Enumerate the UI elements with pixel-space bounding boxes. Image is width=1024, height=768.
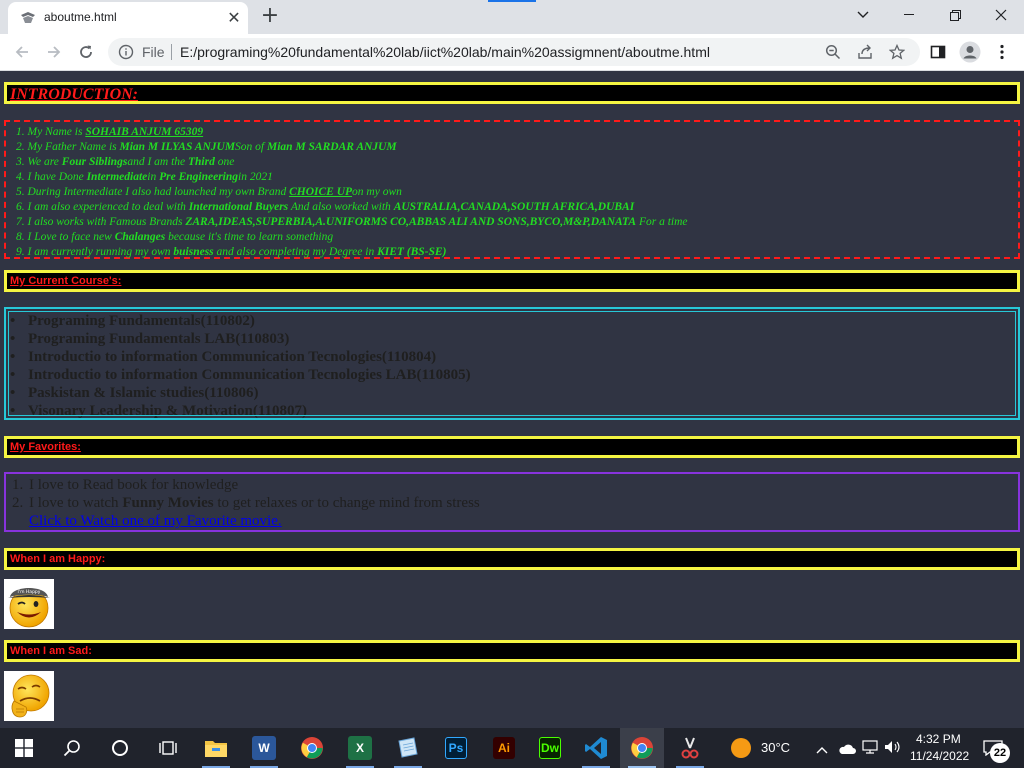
clock-date[interactable]: 11/24/2022	[910, 749, 969, 763]
weather-temperature[interactable]: 30°C	[761, 740, 790, 755]
course-item: • Introductio to information Communicatio…	[10, 367, 471, 383]
network-icon[interactable]	[862, 739, 878, 758]
minimize-button[interactable]	[886, 0, 932, 30]
clock-time[interactable]: 4:32 PM	[916, 732, 961, 746]
forward-arrow-icon[interactable]	[42, 40, 66, 64]
omnibox-divider	[171, 44, 172, 60]
browser-toolbar: File E:/programing%20fundamental%20lab/i…	[0, 34, 1024, 71]
snipping-tool-icon[interactable]	[668, 728, 712, 768]
new-tab-button[interactable]: +	[258, 4, 282, 28]
course-item: • Visonary Leadership & Motivation(110807…	[10, 403, 308, 419]
vscode-icon[interactable]	[574, 728, 618, 768]
chrome-active-icon[interactable]	[620, 728, 664, 768]
dreamweaver-icon[interactable]: Dw	[528, 728, 572, 768]
favorite-movie-link[interactable]: Click to Watch one of my Favorite movie.	[29, 513, 282, 529]
restore-button[interactable]	[932, 0, 978, 30]
favorite-item-2: 2. I love to watch Funny Movies to get re…	[12, 495, 480, 511]
happy-heading: When I am Happy:	[10, 553, 106, 565]
excel-icon[interactable]: X	[338, 728, 382, 768]
browser-tab-strip: aboutme.html ✕ +	[0, 0, 1024, 34]
notepad-icon[interactable]	[386, 728, 430, 768]
intro-item-7: 7. I also works with Famous Brands ZARA,…	[16, 216, 688, 228]
intro-item-1: 1. My Name is SOHAIB ANJUM 65309	[16, 126, 204, 138]
course-item: • Programing Fundamentals(110802)	[10, 313, 255, 329]
course-item: • Introductio to information Communicatio…	[10, 349, 437, 365]
browser-menu-icon[interactable]	[990, 40, 1014, 64]
intro-item-6: 6. I am also experienced to deal with In…	[16, 201, 635, 213]
browser-tab-active[interactable]: aboutme.html ✕	[8, 2, 248, 34]
courses-list: • Programing Fundamentals(110802) • Progra…	[4, 307, 1020, 420]
courses-heading: My Current Course's:	[10, 275, 122, 287]
url-text[interactable]: E:/programing%20fundamental%20lab/iict%2…	[180, 44, 710, 60]
tab-strip-indicator	[488, 0, 536, 2]
intro-item-2: 2. My Father Name is Mian M ILYAS ANJUMS…	[16, 141, 397, 153]
course-item: • Programing Fundamentals LAB(110803)	[10, 331, 290, 347]
favorites-heading: My Favorites:	[10, 441, 81, 453]
volume-icon[interactable]	[884, 739, 902, 758]
windows-start-icon[interactable]	[2, 728, 46, 768]
zoom-icon[interactable]	[821, 40, 845, 64]
intro-item-4: 4. I have Done Intermediatein Pre Engine…	[16, 171, 273, 183]
favorite-item-1: 1. I love to Read book for knowledge	[12, 477, 239, 493]
onedrive-cloud-icon[interactable]	[838, 740, 856, 759]
course-item: • Paskistan & Islamic studies(110806)	[10, 385, 259, 401]
bookmark-star-icon[interactable]	[885, 40, 909, 64]
omnibox-scheme-label: File	[142, 44, 165, 60]
intro-item-9: 9. I am currently running my own buisnes…	[16, 246, 447, 258]
tab-title: aboutme.html	[44, 10, 117, 24]
profile-avatar-icon[interactable]	[958, 40, 982, 64]
sad-heading-bar: When I am Sad:	[4, 640, 1020, 662]
tray-chevron-up-icon[interactable]	[815, 740, 829, 759]
favorites-list: 1. I love to Read book for knowledge 2. I …	[4, 472, 1020, 532]
intro-item-3: 3. We are Four Siblingsand I am the Thir…	[16, 156, 235, 168]
file-explorer-icon[interactable]	[194, 728, 238, 768]
page-favicon-icon	[21, 12, 35, 23]
chrome-icon[interactable]	[290, 728, 334, 768]
intro-list: 1. My Name is SOHAIB ANJUM 65309 2. My F…	[4, 120, 1020, 259]
illustrator-icon[interactable]: Ai	[482, 728, 526, 768]
sad-heading: When I am Sad:	[10, 645, 92, 657]
courses-heading-bar: My Current Course's:	[4, 270, 1020, 292]
intro-heading-bar: INTRODUCTION:	[4, 82, 1020, 104]
share-icon[interactable]	[853, 40, 877, 64]
info-icon[interactable]	[118, 44, 134, 60]
close-window-button[interactable]	[978, 0, 1024, 30]
photoshop-icon[interactable]: Ps	[434, 728, 478, 768]
tab-close-icon[interactable]: ✕	[224, 8, 244, 28]
side-panel-icon[interactable]	[926, 40, 950, 64]
tab-search-chevron-icon[interactable]	[840, 0, 886, 30]
sad-emoji-image	[4, 671, 54, 721]
happy-emoji-image: I'm Happy	[4, 579, 54, 629]
windows-taskbar: W X Ps Ai Dw 30°C 4:32 PM 11/24/2022 22	[0, 728, 1024, 768]
search-icon[interactable]	[50, 728, 94, 768]
address-bar[interactable]: File E:/programing%20fundamental%20lab/i…	[108, 38, 920, 66]
intro-heading: INTRODUCTION:	[10, 86, 138, 103]
word-icon[interactable]: W	[242, 728, 286, 768]
weather-sun-icon[interactable]	[731, 738, 751, 758]
cortana-icon[interactable]	[98, 728, 142, 768]
notification-count-badge: 22	[990, 743, 1010, 763]
svg-text:I'm Happy: I'm Happy	[18, 589, 41, 595]
page-viewport: INTRODUCTION: 1. My Name is SOHAIB ANJUM…	[0, 72, 1024, 728]
back-arrow-icon[interactable]	[10, 40, 34, 64]
favorites-heading-bar: My Favorites:	[4, 436, 1020, 458]
task-view-icon[interactable]	[146, 728, 190, 768]
reload-icon[interactable]	[74, 40, 98, 64]
intro-item-5: 5. During Intermediate I also had lounch…	[16, 186, 402, 198]
intro-item-8: 8. I Love to face new Chalanges because …	[16, 231, 334, 243]
happy-heading-bar: When I am Happy:	[4, 548, 1020, 570]
